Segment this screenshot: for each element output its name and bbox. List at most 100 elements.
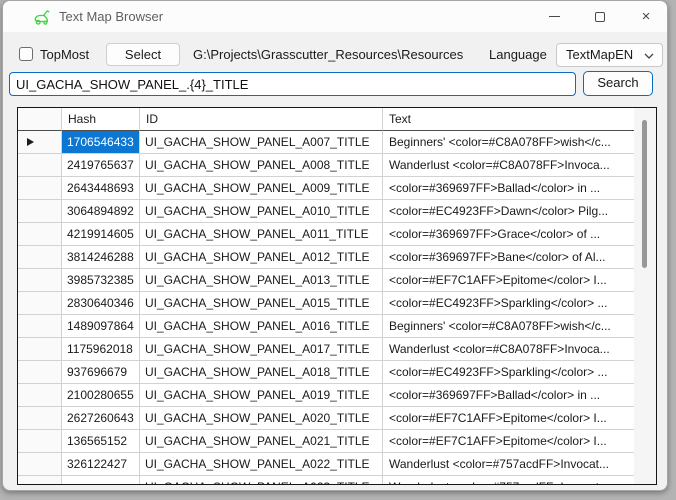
row-header-cell[interactable] bbox=[18, 246, 62, 269]
table-row[interactable]: 3985732385 UI_GACHA_SHOW_PANEL_A013_TITL… bbox=[18, 269, 634, 292]
table-row[interactable]: 136565152 UI_GACHA_SHOW_PANEL_A021_TITLE… bbox=[18, 430, 634, 453]
table-row[interactable]: 3064894892 UI_GACHA_SHOW_PANEL_A010_TITL… bbox=[18, 200, 634, 223]
hash-cell[interactable]: 3814246288 bbox=[62, 246, 140, 269]
id-cell[interactable]: UI_GACHA_SHOW_PANEL_A023_TITLE bbox=[140, 476, 383, 484]
row-header-cell[interactable] bbox=[18, 200, 62, 223]
table-row[interactable]: 2100280655 UI_GACHA_SHOW_PANEL_A019_TITL… bbox=[18, 384, 634, 407]
hash-cell[interactable]: 2419765637 bbox=[62, 154, 140, 177]
row-header-cell[interactable] bbox=[18, 292, 62, 315]
table-row[interactable]: 937696679 UI_GACHA_SHOW_PANEL_A018_TITLE… bbox=[18, 361, 634, 384]
hash-cell[interactable]: 2643448693 bbox=[62, 177, 140, 200]
row-header-cell[interactable] bbox=[18, 384, 62, 407]
row-header-cell[interactable] bbox=[18, 453, 62, 476]
table-row[interactable]: 4219914605 UI_GACHA_SHOW_PANEL_A011_TITL… bbox=[18, 223, 634, 246]
table-row[interactable]: 1175962018 UI_GACHA_SHOW_PANEL_A017_TITL… bbox=[18, 338, 634, 361]
window-title: Text Map Browser bbox=[59, 1, 163, 32]
title-bar[interactable]: Text Map Browser × bbox=[3, 1, 667, 32]
column-header-text[interactable]: Text bbox=[383, 108, 634, 131]
resources-path-label: G:\Projects\Grasscutter_Resources\Resour… bbox=[193, 47, 463, 62]
row-header-cell[interactable] bbox=[18, 223, 62, 246]
text-cell[interactable]: Wanderlust <color=#757acdFF>Invocat... bbox=[383, 476, 634, 484]
minimize-button[interactable] bbox=[531, 1, 577, 32]
id-cell[interactable]: UI_GACHA_SHOW_PANEL_A017_TITLE bbox=[140, 338, 383, 361]
row-header-cell[interactable] bbox=[18, 269, 62, 292]
text-cell[interactable]: Beginners' <color=#C8A078FF>wish</c... bbox=[383, 315, 634, 338]
id-cell[interactable]: UI_GACHA_SHOW_PANEL_A012_TITLE bbox=[140, 246, 383, 269]
vertical-scrollbar[interactable] bbox=[634, 108, 656, 484]
row-header-cell[interactable] bbox=[18, 315, 62, 338]
text-cell[interactable]: <color=#EF7C1AFF>Epitome</color> I... bbox=[383, 407, 634, 430]
text-cell[interactable]: <color=#369697FF>Grace</color> of ... bbox=[383, 223, 634, 246]
text-cell[interactable]: <color=#EF7C1AFF>Epitome</color> I... bbox=[383, 269, 634, 292]
text-cell[interactable]: <color=#369697FF>Bane</color> of Al... bbox=[383, 246, 634, 269]
table-row[interactable]: 2419765637 UI_GACHA_SHOW_PANEL_A008_TITL… bbox=[18, 154, 634, 177]
hash-cell[interactable]: 2627260643 bbox=[62, 407, 140, 430]
id-cell[interactable]: UI_GACHA_SHOW_PANEL_A009_TITLE bbox=[140, 177, 383, 200]
row-header-cell[interactable] bbox=[18, 476, 62, 484]
row-header-cell[interactable] bbox=[18, 154, 62, 177]
id-cell[interactable]: UI_GACHA_SHOW_PANEL_A021_TITLE bbox=[140, 430, 383, 453]
hash-cell[interactable]: 4219914605 bbox=[62, 223, 140, 246]
id-cell[interactable]: UI_GACHA_SHOW_PANEL_A010_TITLE bbox=[140, 200, 383, 223]
column-header-hash[interactable]: Hash bbox=[62, 108, 140, 131]
desktop: { "window": { "title": "Text Map Browser… bbox=[0, 0, 676, 500]
id-cell[interactable]: UI_GACHA_SHOW_PANEL_A018_TITLE bbox=[140, 361, 383, 384]
hash-cell[interactable]: 1489097864 bbox=[62, 315, 140, 338]
text-cell[interactable]: <color=#EC4923FF>Dawn</color> Pilg... bbox=[383, 200, 634, 223]
hash-cell[interactable]: 937696679 bbox=[62, 361, 140, 384]
text-cell[interactable]: Wanderlust <color=#757acdFF>Invocat... bbox=[383, 453, 634, 476]
text-cell[interactable]: <color=#EC4923FF>Sparkling</color> ... bbox=[383, 361, 634, 384]
text-cell[interactable]: Beginners' <color=#C8A078FF>wish</c... bbox=[383, 131, 634, 154]
close-icon: × bbox=[642, 9, 651, 24]
search-input[interactable] bbox=[9, 72, 576, 96]
text-cell[interactable]: <color=#EC4923FF>Sparkling</color> ... bbox=[383, 292, 634, 315]
id-cell[interactable]: UI_GACHA_SHOW_PANEL_A015_TITLE bbox=[140, 292, 383, 315]
text-cell[interactable]: <color=#EF7C1AFF>Epitome</color> I... bbox=[383, 430, 634, 453]
text-cell[interactable]: Wanderlust <color=#C8A078FF>Invoca... bbox=[383, 154, 634, 177]
hash-cell[interactable]: 1175962018 bbox=[62, 338, 140, 361]
hash-cell[interactable]: 326122427 bbox=[62, 453, 140, 476]
maximize-button[interactable] bbox=[577, 1, 623, 32]
id-cell[interactable]: UI_GACHA_SHOW_PANEL_A016_TITLE bbox=[140, 315, 383, 338]
id-cell[interactable]: UI_GACHA_SHOW_PANEL_A020_TITLE bbox=[140, 407, 383, 430]
id-cell[interactable]: UI_GACHA_SHOW_PANEL_A011_TITLE bbox=[140, 223, 383, 246]
textmap-data-grid[interactable]: Hash ID Text 1706546433 UI_GACHA_SHOW_PA… bbox=[17, 107, 657, 485]
row-header-cell[interactable] bbox=[18, 430, 62, 453]
search-button[interactable]: Search bbox=[583, 71, 653, 96]
table-row[interactable]: 2830640346 UI_GACHA_SHOW_PANEL_A015_TITL… bbox=[18, 292, 634, 315]
id-cell[interactable]: UI_GACHA_SHOW_PANEL_A019_TITLE bbox=[140, 384, 383, 407]
id-cell[interactable]: UI_GACHA_SHOW_PANEL_A007_TITLE bbox=[140, 131, 383, 154]
hash-cell[interactable] bbox=[62, 476, 140, 484]
language-dropdown[interactable]: TextMapEN bbox=[556, 43, 663, 67]
table-row[interactable]: 326122427 UI_GACHA_SHOW_PANEL_A022_TITLE… bbox=[18, 453, 634, 476]
hash-cell[interactable]: 2100280655 bbox=[62, 384, 140, 407]
row-header-cell[interactable] bbox=[18, 338, 62, 361]
vertical-scrollbar-thumb[interactable] bbox=[642, 120, 647, 268]
hash-cell[interactable]: 3985732385 bbox=[62, 269, 140, 292]
table-row[interactable]: 1706546433 UI_GACHA_SHOW_PANEL_A007_TITL… bbox=[18, 131, 634, 154]
table-row[interactable]: 2643448693 UI_GACHA_SHOW_PANEL_A009_TITL… bbox=[18, 177, 634, 200]
id-cell[interactable]: UI_GACHA_SHOW_PANEL_A013_TITLE bbox=[140, 269, 383, 292]
table-row[interactable]: 2627260643 UI_GACHA_SHOW_PANEL_A020_TITL… bbox=[18, 407, 634, 430]
hash-cell[interactable]: 3064894892 bbox=[62, 200, 140, 223]
table-row[interactable]: 1489097864 UI_GACHA_SHOW_PANEL_A016_TITL… bbox=[18, 315, 634, 338]
text-cell[interactable]: <color=#369697FF>Ballad</color> in ... bbox=[383, 177, 634, 200]
table-row-partial[interactable]: UI_GACHA_SHOW_PANEL_A023_TITLE Wanderlus… bbox=[18, 476, 634, 484]
hash-cell[interactable]: 1706546433 bbox=[62, 131, 140, 154]
id-cell[interactable]: UI_GACHA_SHOW_PANEL_A022_TITLE bbox=[140, 453, 383, 476]
row-header-cell[interactable] bbox=[18, 131, 62, 154]
close-button[interactable]: × bbox=[623, 1, 668, 32]
id-cell[interactable]: UI_GACHA_SHOW_PANEL_A008_TITLE bbox=[140, 154, 383, 177]
table-row[interactable]: 3814246288 UI_GACHA_SHOW_PANEL_A012_TITL… bbox=[18, 246, 634, 269]
language-dropdown-value: TextMapEN bbox=[566, 47, 633, 62]
topmost-checkbox[interactable] bbox=[19, 47, 33, 61]
hash-cell[interactable]: 2830640346 bbox=[62, 292, 140, 315]
text-cell[interactable]: <color=#369697FF>Ballad</color> in ... bbox=[383, 384, 634, 407]
hash-cell[interactable]: 136565152 bbox=[62, 430, 140, 453]
text-cell[interactable]: Wanderlust <color=#C8A078FF>Invoca... bbox=[383, 338, 634, 361]
row-header-cell[interactable] bbox=[18, 177, 62, 200]
select-button[interactable]: Select bbox=[106, 43, 180, 66]
row-header-cell[interactable] bbox=[18, 407, 62, 430]
column-header-id[interactable]: ID bbox=[140, 108, 383, 131]
row-header-cell[interactable] bbox=[18, 361, 62, 384]
